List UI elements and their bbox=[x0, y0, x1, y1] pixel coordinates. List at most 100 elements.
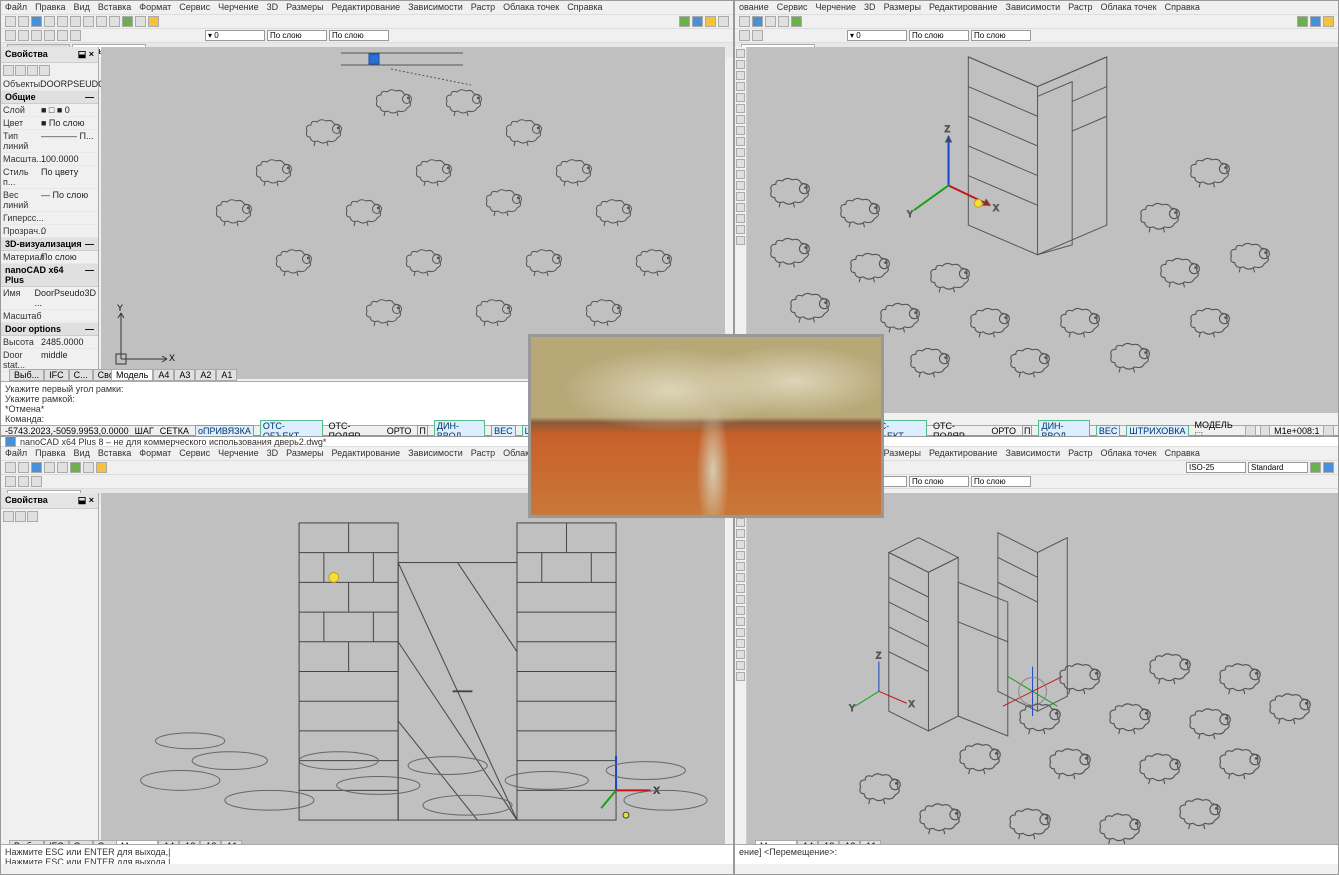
sheep-block[interactable] bbox=[785, 291, 833, 324]
st-ОРТО[interactable]: ОРТО bbox=[387, 426, 412, 436]
ltool-4[interactable] bbox=[736, 93, 745, 102]
ltype-select[interactable]: По слою bbox=[329, 30, 389, 41]
sheep-block[interactable] bbox=[854, 771, 905, 806]
ltool-15[interactable] bbox=[736, 214, 745, 223]
menu-Черчение[interactable]: Черчение bbox=[816, 2, 857, 13]
ltool-5[interactable] bbox=[736, 540, 745, 549]
sheep-block[interactable] bbox=[631, 247, 675, 277]
st-СЕТКА[interactable]: СЕТКА bbox=[160, 426, 189, 436]
sheep-block[interactable] bbox=[1014, 701, 1065, 736]
prop-row[interactable]: Слой■ □ ■ 0 bbox=[1, 104, 98, 117]
sheep-block[interactable] bbox=[1174, 796, 1225, 831]
ltool-14[interactable] bbox=[736, 203, 745, 212]
ltool-0[interactable] bbox=[736, 49, 745, 58]
j2[interactable] bbox=[752, 30, 763, 41]
color-select[interactable]: По слою bbox=[267, 30, 327, 41]
menu-Вид[interactable]: Вид bbox=[74, 2, 90, 13]
ltool-6[interactable] bbox=[736, 551, 745, 560]
m5[interactable] bbox=[1310, 462, 1321, 473]
ltool-17[interactable] bbox=[736, 236, 745, 245]
prop-row[interactable]: Цвет■ По слою bbox=[1, 117, 98, 130]
ltool-5[interactable] bbox=[736, 104, 745, 113]
ltool-4[interactable] bbox=[736, 529, 745, 538]
t1-icon[interactable] bbox=[679, 16, 690, 27]
prop-row[interactable]: Тип линий———— П... bbox=[1, 130, 98, 153]
i4[interactable] bbox=[778, 16, 789, 27]
sheep-block[interactable] bbox=[1184, 706, 1235, 741]
sheep-block[interactable] bbox=[471, 297, 515, 327]
menu-Облака точек[interactable]: Облака точек bbox=[503, 2, 559, 13]
i7[interactable] bbox=[1310, 16, 1321, 27]
menu-Вставка[interactable]: Вставка bbox=[98, 448, 131, 459]
i3[interactable] bbox=[765, 16, 776, 27]
ltool-1[interactable] bbox=[736, 60, 745, 69]
ltool-9[interactable] bbox=[736, 148, 745, 157]
j1[interactable] bbox=[739, 30, 750, 41]
sheep-block[interactable] bbox=[271, 247, 315, 277]
mtab-С...[interactable]: С... bbox=[69, 369, 93, 381]
k4[interactable] bbox=[44, 462, 55, 473]
sel1[interactable]: ▾ 0 bbox=[847, 30, 907, 41]
canvas-q3[interactable]: X bbox=[101, 493, 725, 850]
sheep-block[interactable] bbox=[481, 187, 525, 217]
i1[interactable] bbox=[739, 16, 750, 27]
st-scale[interactable]: M1е+008:1 bbox=[1274, 426, 1319, 436]
menu-Справка[interactable]: Справка bbox=[567, 2, 602, 13]
menu-Растр[interactable]: Растр bbox=[1068, 448, 1092, 459]
l2[interactable] bbox=[18, 476, 29, 487]
ltool-11[interactable] bbox=[736, 170, 745, 179]
sheep-block[interactable] bbox=[441, 87, 485, 117]
sheep-block[interactable] bbox=[1225, 241, 1273, 274]
st-ВЕС[interactable]: ВЕС bbox=[1096, 425, 1121, 437]
ltool-12[interactable] bbox=[736, 617, 745, 626]
ic-6[interactable] bbox=[70, 30, 81, 41]
zoom-icon[interactable] bbox=[122, 16, 133, 27]
k7[interactable] bbox=[83, 462, 94, 473]
menu-Вставка[interactable]: Вставка bbox=[98, 2, 131, 13]
l1[interactable] bbox=[5, 476, 16, 487]
menu-Редактирование[interactable]: Редактирование bbox=[332, 2, 401, 13]
menu-Справка[interactable]: Справка bbox=[1165, 2, 1200, 13]
menu-Сервис[interactable]: Сервис bbox=[777, 2, 808, 13]
menu-Файл[interactable]: Файл bbox=[5, 2, 27, 13]
sheep-block[interactable] bbox=[501, 117, 545, 147]
sheep-block[interactable] bbox=[361, 297, 405, 327]
prop-row[interactable]: Стиль п...По цвету bbox=[1, 166, 98, 189]
st-ШАГ[interactable]: ШАГ bbox=[135, 426, 154, 436]
ic-1[interactable] bbox=[5, 30, 16, 41]
p-ic1[interactable] bbox=[3, 65, 14, 76]
k2[interactable] bbox=[18, 462, 29, 473]
menu-Файл[interactable]: Файл bbox=[5, 448, 27, 459]
i5[interactable] bbox=[791, 16, 802, 27]
p-ic2[interactable] bbox=[15, 65, 26, 76]
prop-row[interactable]: Прозрач...0 bbox=[1, 225, 98, 238]
prop-row[interactable]: Высота2485.0000 bbox=[1, 336, 98, 349]
menu-Редактирование[interactable]: Редактирование bbox=[929, 448, 998, 459]
ic-5[interactable] bbox=[57, 30, 68, 41]
sheep-block[interactable] bbox=[521, 247, 565, 277]
sheep-block[interactable] bbox=[1185, 156, 1233, 189]
ltool-10[interactable] bbox=[736, 595, 745, 604]
sheep-block[interactable] bbox=[371, 87, 415, 117]
layer-select[interactable]: ▾ 0 bbox=[205, 30, 265, 41]
mtab-Модель[interactable]: Модель bbox=[111, 369, 153, 381]
sheep-block[interactable] bbox=[765, 176, 813, 209]
sheep-block[interactable] bbox=[1155, 256, 1203, 289]
sheep-block[interactable] bbox=[1214, 661, 1265, 696]
menu-Размеры[interactable]: Размеры bbox=[286, 2, 323, 13]
menu-Правка[interactable]: Правка bbox=[35, 448, 65, 459]
menu-ование[interactable]: ование bbox=[739, 2, 769, 13]
k3[interactable] bbox=[31, 462, 42, 473]
new-icon[interactable] bbox=[5, 16, 16, 27]
st-оПРИВЯЗКА[interactable]: оПРИВЯЗКА bbox=[195, 425, 254, 437]
sheep-block[interactable] bbox=[875, 301, 923, 334]
menu-3D[interactable]: 3D bbox=[864, 2, 876, 13]
ltool-8[interactable] bbox=[736, 137, 745, 146]
menu-Черчение[interactable]: Черчение bbox=[218, 2, 259, 13]
menu-Растр[interactable]: Растр bbox=[1068, 2, 1092, 13]
mtab-А1[interactable]: А1 bbox=[216, 369, 237, 381]
ltool-12[interactable] bbox=[736, 181, 745, 190]
ltool-16[interactable] bbox=[736, 225, 745, 234]
ic-3[interactable] bbox=[31, 30, 42, 41]
sheep-block[interactable] bbox=[581, 297, 625, 327]
